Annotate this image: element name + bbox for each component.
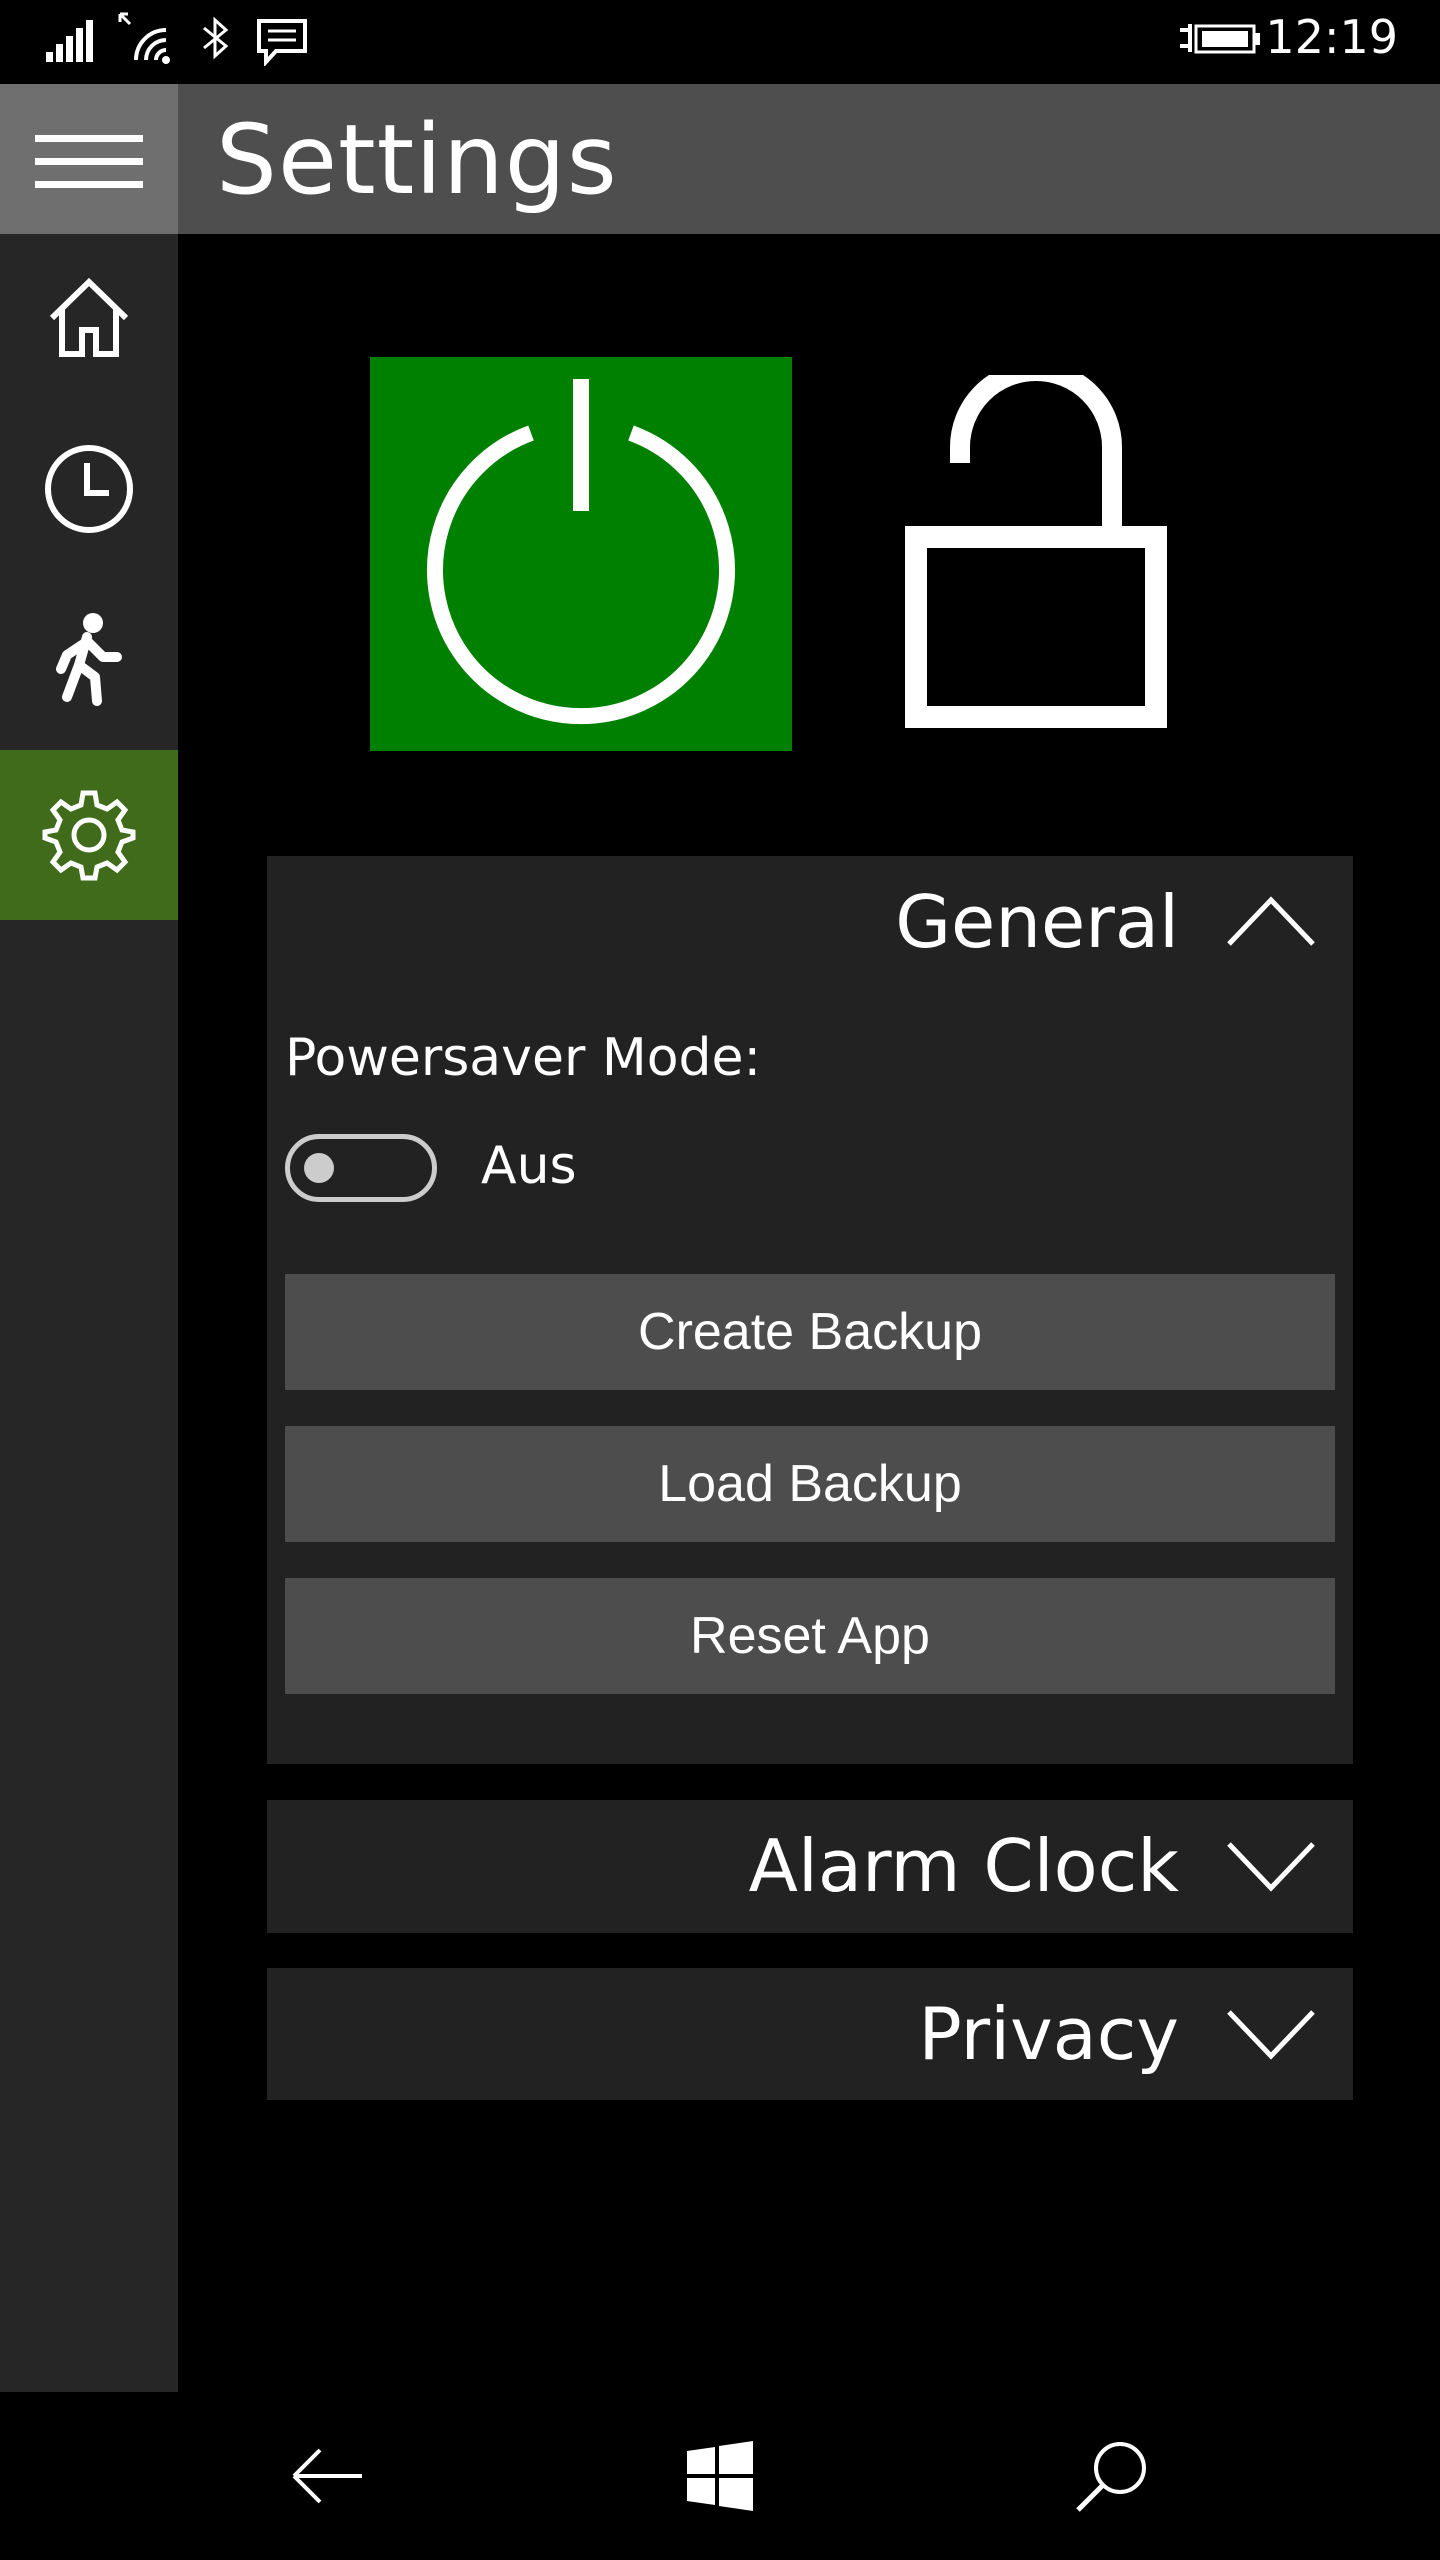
section-title: Alarm Clock <box>748 1824 1179 1908</box>
powersaver-toggle[interactable] <box>285 1134 437 1202</box>
section-alarm-clock-header[interactable]: Alarm Clock <box>749 1800 1317 1932</box>
back-button[interactable] <box>228 2392 428 2560</box>
chevron-down-icon <box>1227 1842 1315 1892</box>
powersaver-state: Aus <box>481 1136 577 1196</box>
load-backup-button[interactable]: Load Backup <box>285 1426 1335 1542</box>
nav-activity[interactable] <box>0 574 178 744</box>
wifi-icon <box>118 12 170 64</box>
lock-tile[interactable] <box>900 361 1170 735</box>
walking-person-icon <box>56 613 122 706</box>
reset-app-button[interactable]: Reset App <box>285 1578 1335 1694</box>
toggle-knob <box>304 1153 334 1183</box>
back-arrow-icon <box>292 2448 362 2504</box>
search-button[interactable] <box>1012 2392 1212 2560</box>
status-bar: 12:19 <box>0 0 1440 84</box>
side-nav <box>0 234 178 2392</box>
search-icon <box>1076 2442 1146 2512</box>
signal-icon <box>46 20 93 62</box>
hamburger-line <box>35 181 143 188</box>
message-icon <box>257 19 307 66</box>
page-title: Settings <box>216 104 618 216</box>
chevron-down-icon <box>1227 2010 1315 2060</box>
home-icon <box>49 277 129 357</box>
nav-history[interactable] <box>0 404 178 574</box>
section-general: General Powersaver Mode: Aus Create Back… <box>267 856 1353 1764</box>
hamburger-line <box>35 135 143 142</box>
gear-icon <box>42 790 136 881</box>
battery-charging-icon <box>1180 24 1260 54</box>
nav-home[interactable] <box>0 234 178 404</box>
chevron-up-icon <box>1227 896 1315 946</box>
section-title: Privacy <box>918 1992 1179 2076</box>
section-title: General <box>895 880 1179 964</box>
unlocked-padlock-icon <box>905 361 1167 728</box>
windows-icon <box>687 2441 753 2511</box>
clock-icon <box>45 445 133 533</box>
power-icon <box>427 379 735 725</box>
start-button[interactable] <box>620 2392 820 2560</box>
hamburger-line <box>35 158 143 165</box>
nav-settings[interactable] <box>0 750 178 920</box>
bluetooth-icon <box>203 16 229 60</box>
hamburger-menu-button[interactable] <box>0 84 178 234</box>
powersaver-label: Powersaver Mode: <box>285 1028 762 1088</box>
bottom-nav-bar <box>0 2392 1440 2560</box>
status-time: 12:19 <box>1265 10 1398 64</box>
section-privacy[interactable]: Privacy <box>267 1968 1353 2100</box>
power-tile[interactable] <box>370 357 792 751</box>
title-bar: Settings <box>0 84 1440 234</box>
section-alarm-clock[interactable]: Alarm Clock <box>267 1800 1353 1933</box>
create-backup-button[interactable]: Create Backup <box>285 1274 1335 1390</box>
section-general-header[interactable]: General <box>895 856 1317 988</box>
section-privacy-header[interactable]: Privacy <box>918 1968 1317 2100</box>
